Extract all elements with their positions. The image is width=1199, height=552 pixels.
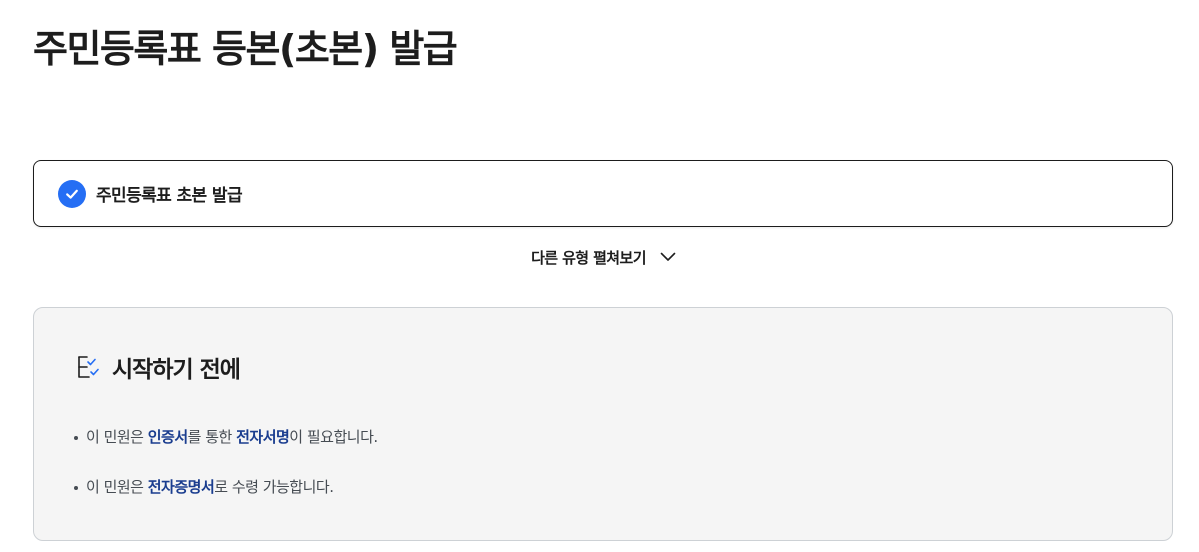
selected-option-label: 주민등록표 초본 발급: [96, 186, 243, 206]
notice-text: 이 민원은: [86, 478, 148, 496]
notice-list: 이 민원은 인증서를 통한 전자서명이 필요합니다. 이 민원은 전자증명서로 …: [72, 424, 378, 524]
notice-text: 를 통한: [187, 428, 237, 446]
notice-item: 이 민원은 인증서를 통한 전자서명이 필요합니다.: [72, 424, 378, 450]
notice-heading-text: 시작하기 전에: [112, 357, 241, 383]
bullet-dot: [74, 436, 78, 440]
notice-item: 이 민원은 전자증명서로 수령 가능합니다.: [72, 474, 378, 500]
e-certificate-highlight: 전자증명서: [147, 478, 215, 496]
bullet-dot: [74, 486, 78, 490]
expand-other-types-button[interactable]: 다른 유형 펼쳐보기: [0, 244, 1199, 270]
selected-option-card[interactable]: 주민등록표 초본 발급: [33, 160, 1173, 227]
notice-text: 이 필요합니다.: [289, 428, 378, 446]
before-start-notice: 시작하기 전에 이 민원은 인증서를 통한 전자서명이 필요합니다. 이 민원은…: [33, 307, 1173, 541]
check-circle-icon: [58, 179, 86, 208]
chevron-down-icon: [660, 252, 676, 262]
e-signature-highlight: 전자서명: [236, 428, 290, 446]
notice-text: 로 수령 가능합니다.: [214, 478, 334, 496]
checklist-icon: [76, 353, 104, 381]
expand-other-types-label: 다른 유형 펼쳐보기: [531, 248, 646, 267]
notice-text: 이 민원은: [86, 428, 148, 446]
page: 주민등록표 등본(초본) 발급 주민등록표 초본 발급 다른 유형 펼쳐보기 시…: [0, 0, 1199, 552]
notice-heading: 시작하기 전에: [76, 350, 241, 384]
certificate-highlight: 인증서: [147, 428, 188, 446]
page-title: 주민등록표 등본(초본) 발급: [33, 27, 458, 71]
